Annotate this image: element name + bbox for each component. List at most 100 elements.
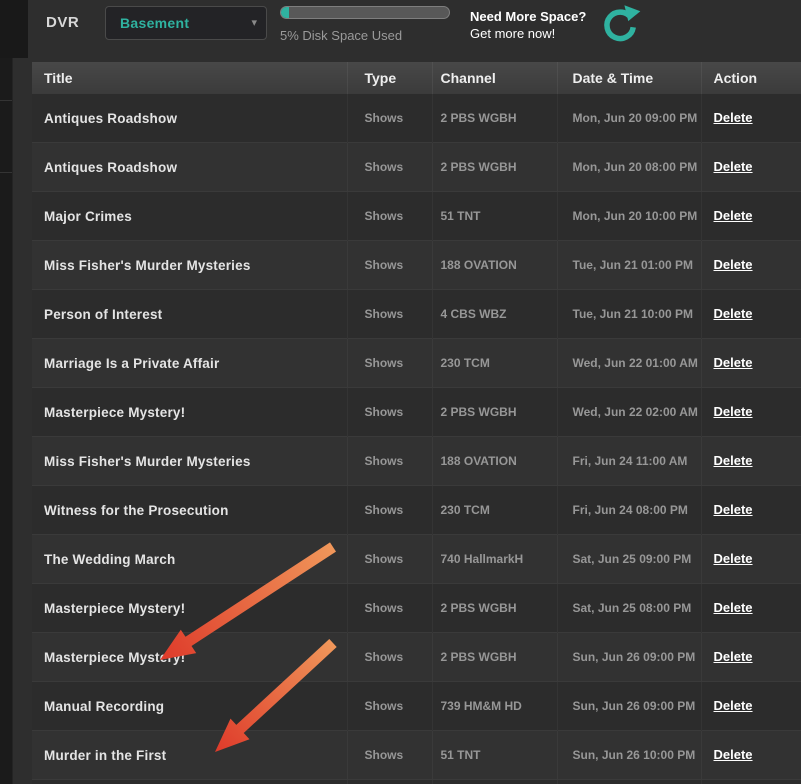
recording-title: Masterpiece Mystery!: [44, 600, 186, 616]
recording-type: Shows: [346, 534, 432, 584]
recording-datetime: Mon, Jun 27 08:00 PM: [556, 779, 701, 784]
recording-title: Person of Interest: [44, 306, 163, 322]
delete-link[interactable]: Delete: [714, 698, 753, 713]
recording-type: Shows: [346, 583, 432, 633]
disk-space-label: 5% Disk Space Used: [280, 28, 403, 43]
action-cell: Delete: [700, 94, 801, 143]
sidebar-sliver: [0, 0, 13, 784]
recording-datetime: Tue, Jun 21 10:00 PM: [556, 289, 701, 339]
delete-link[interactable]: Delete: [714, 110, 753, 125]
recording-type: Shows: [346, 94, 432, 143]
table-row: Antiques Roadshow Shows 2 PBS WGBH Mon, Jun…: [32, 94, 801, 143]
recording-datetime: Mon, Jun 20 10:00 PM: [556, 191, 701, 241]
delete-link[interactable]: Delete: [714, 159, 753, 174]
recording-datetime: Sun, Jun 26 10:00 PM: [556, 730, 701, 780]
recording-datetime: Mon, Jun 20 09:00 PM: [556, 94, 701, 143]
header-channel[interactable]: Channel: [431, 62, 557, 94]
sidebar-divider: [0, 100, 12, 101]
recording-channel: 51 TNT: [431, 191, 557, 241]
recording-type: Shows: [346, 387, 432, 437]
recording-datetime: Fri, Jun 24 08:00 PM: [556, 485, 701, 535]
action-cell: Delete: [700, 191, 801, 241]
delete-link[interactable]: Delete: [714, 404, 753, 419]
recording-channel: 230 TCM: [431, 338, 557, 388]
delete-link[interactable]: Delete: [714, 355, 753, 370]
recording-type: Shows: [346, 485, 432, 535]
recording-channel: 2 PBS WGBH: [431, 94, 557, 143]
disk-space-bar: [280, 6, 450, 19]
need-more-space-block: Need More Space? Get more now!: [470, 8, 586, 42]
recording-channel: 230 TCM: [431, 779, 557, 784]
recording-title: Miss Fisher's Murder Mysteries: [44, 453, 251, 469]
delete-link[interactable]: Delete: [714, 600, 753, 615]
delete-link[interactable]: Delete: [714, 257, 753, 272]
table-row: Miss Fisher's Murder Mysteries Shows 188 O…: [32, 436, 801, 486]
table-row: Masterpiece Mystery! Shows 2 PBS WGBH Wed, …: [32, 387, 801, 437]
get-more-now-link[interactable]: Get more now!: [470, 25, 586, 42]
delete-link[interactable]: Delete: [714, 551, 753, 566]
recording-channel: 2 PBS WGBH: [431, 387, 557, 437]
recording-datetime: Tue, Jun 21 01:00 PM: [556, 240, 701, 290]
recording-datetime: Fri, Jun 24 11:00 AM: [556, 436, 701, 486]
recording-datetime: Sat, Jun 25 09:00 PM: [556, 534, 701, 584]
action-cell: Delete: [700, 681, 801, 731]
recording-title: Manual Recording: [32, 780, 347, 784]
recording-type: Shows: [346, 681, 432, 731]
table-row: Person of Interest Shows 4 CBS WBZ Tue, Jun…: [32, 289, 801, 339]
sidebar-divider: [0, 172, 12, 173]
action-cell: Delete: [700, 142, 801, 192]
recording-type: Shows: [346, 338, 432, 388]
recording-datetime: Sun, Jun 26 09:00 PM: [556, 681, 701, 731]
chevron-down-icon: ▾: [251, 17, 257, 29]
recording-datetime: Mon, Jun 20 08:00 PM: [556, 142, 701, 192]
action-cell: Delete: [700, 583, 801, 633]
table-row: Masterpiece Mystery! Shows 2 PBS WGBH Sun, …: [32, 632, 801, 682]
delete-link[interactable]: Delete: [714, 502, 753, 517]
action-cell: Delete: [700, 289, 801, 339]
recording-title: Antiques Roadshow: [44, 159, 178, 175]
recording-channel: 2 PBS WGBH: [431, 142, 557, 192]
recording-channel: 230 TCM: [431, 485, 557, 535]
header-type[interactable]: Type: [346, 62, 432, 94]
refresh-icon: [604, 5, 641, 42]
dvr-recordings-page: DVR Basement ▾ 5% Disk Space Used Need M…: [0, 0, 801, 784]
action-cell: Delete: [700, 779, 801, 784]
table-row: Masterpiece Mystery! Shows 2 PBS WGBH Sat, …: [32, 583, 801, 633]
recordings-body: Antiques Roadshow Shows 2 PBS WGBH Mon, Jun…: [32, 94, 801, 784]
recording-title: Antiques Roadshow: [44, 110, 178, 126]
header-datetime[interactable]: Date & Time: [556, 62, 701, 94]
recording-type: Shows: [346, 730, 432, 780]
recording-title: The Wedding March: [44, 551, 176, 567]
recording-channel: 739 HM&M HD: [431, 681, 557, 731]
delete-link[interactable]: Delete: [714, 453, 753, 468]
recording-channel: 2 PBS WGBH: [431, 583, 557, 633]
table-row: Miss Fisher's Murder Mysteries Shows 188 O…: [32, 240, 801, 290]
table-row: Marriage Is a Private Affair Shows 230 TCM…: [32, 338, 801, 388]
dvr-location-dropdown[interactable]: Basement ▾: [105, 6, 267, 40]
recording-title: Masterpiece Mystery!: [44, 649, 186, 665]
table-row: Manual RecordingShows230 TCMMon, Jun 27 …: [32, 779, 801, 784]
delete-link[interactable]: Delete: [714, 306, 753, 321]
recordings-table: Title Type Channel Date & Time Action An…: [32, 62, 801, 784]
recording-datetime: Sat, Jun 25 08:00 PM: [556, 583, 701, 633]
action-cell: Delete: [700, 240, 801, 290]
table-row: Antiques Roadshow Shows 2 PBS WGBH Mon, Jun…: [32, 142, 801, 192]
recording-title: Murder in the First: [44, 747, 167, 763]
delete-link[interactable]: Delete: [714, 208, 753, 223]
delete-link[interactable]: Delete: [714, 747, 753, 762]
recording-datetime: Wed, Jun 22 02:00 AM: [556, 387, 701, 437]
action-cell: Delete: [700, 436, 801, 486]
header-title[interactable]: Title: [32, 62, 347, 94]
recording-datetime: Sun, Jun 26 09:00 PM: [556, 632, 701, 682]
recording-title: Miss Fisher's Murder Mysteries: [44, 257, 251, 273]
table-row: Murder in the First Shows 51 TNT Sun, Jun 2…: [32, 730, 801, 780]
topbar: DVR Basement ▾ 5% Disk Space Used Need M…: [0, 0, 801, 62]
table-row: Manual Recording Shows 739 HM&M HD Sun, Jun…: [32, 681, 801, 731]
recording-type: Shows: [346, 240, 432, 290]
recording-type: Shows: [346, 142, 432, 192]
recording-datetime: Wed, Jun 22 01:00 AM: [556, 338, 701, 388]
recording-title: Major Crimes: [44, 208, 132, 224]
delete-link[interactable]: Delete: [714, 649, 753, 664]
recording-title: Marriage Is a Private Affair: [44, 355, 220, 371]
refresh-button[interactable]: [598, 3, 642, 47]
